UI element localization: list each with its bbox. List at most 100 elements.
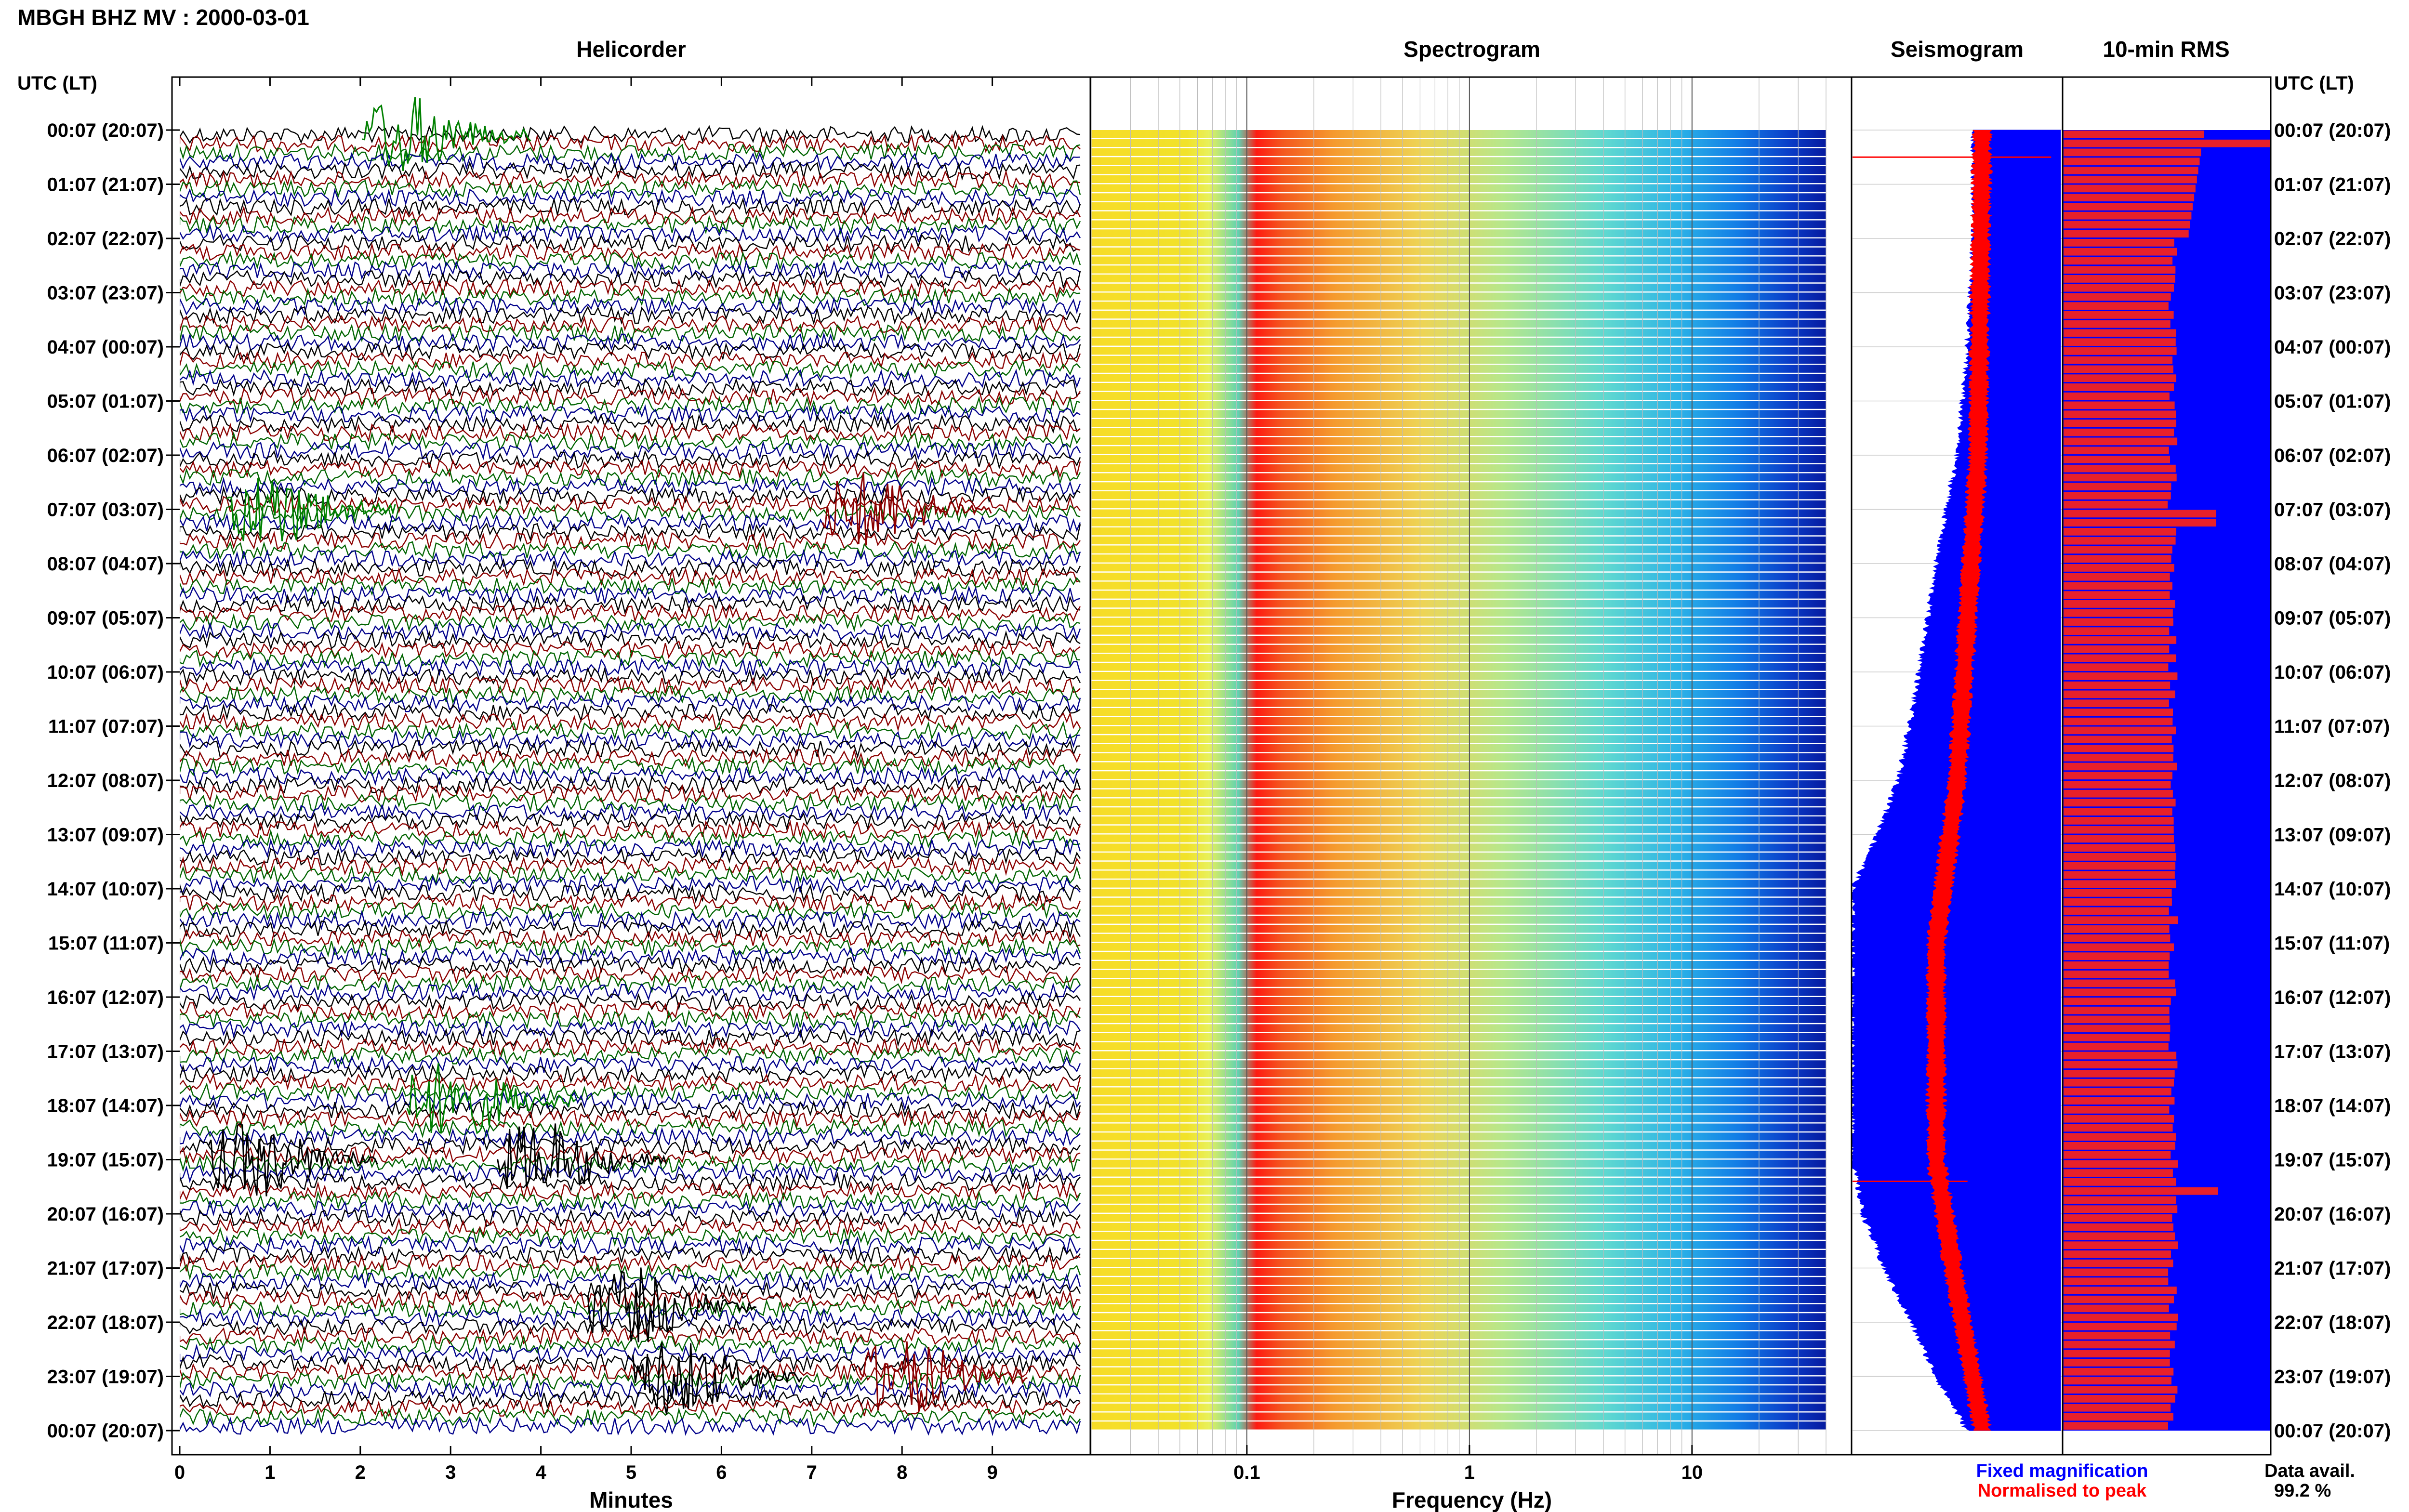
rms-bar (2064, 1341, 2175, 1349)
row-label-right: 12:07 (08:07) (2274, 770, 2391, 791)
rms-bar (2064, 492, 2171, 500)
spectrogram-row (1091, 1087, 1826, 1095)
row-label-left: 07:07 (03:07) (47, 500, 164, 521)
rms-bar (2064, 645, 2170, 653)
spectrogram-row (1091, 184, 1826, 192)
rms-bar (2064, 672, 2178, 680)
spectrogram-row (1091, 907, 1826, 915)
row-label-left: 03:07 (23:07) (47, 283, 164, 304)
row-label-left: 20:07 (16:07) (47, 1204, 164, 1225)
rms-bar (2064, 916, 2178, 924)
spectrogram-row (1091, 1033, 1826, 1041)
spectrogram-row (1091, 166, 1826, 174)
spectrogram-row (1091, 1214, 1826, 1222)
rms-bar (2064, 1314, 2178, 1322)
seismic-summary-figure: MBGH BHZ MV : 2000-03-01 Helicorder Spec… (17, 5, 2391, 1512)
rms-bar (2064, 736, 2172, 744)
row-label-left: 17:07 (13:07) (47, 1041, 164, 1063)
spectrogram-row (1091, 1178, 1826, 1186)
row-label-right: 11:07 (07:07) (2274, 716, 2390, 737)
spectrogram-row (1091, 211, 1826, 220)
spectrogram-row (1091, 1403, 1826, 1412)
frequency-tick-label: 10 (1681, 1462, 1703, 1483)
rms-bar (2064, 464, 2176, 473)
rms-bar (2064, 1106, 2170, 1114)
row-label-left: 06:07 (02:07) (47, 445, 164, 466)
row-label-right: 13:07 (09:07) (2274, 825, 2391, 846)
spectrogram-row (1091, 1105, 1826, 1114)
spectrogram-row (1091, 319, 1826, 328)
spectrogram-row (1091, 708, 1826, 716)
row-label-left: 05:07 (01:07) (47, 391, 164, 412)
rms-bar (2064, 636, 2177, 644)
row-label-right: 14:07 (10:07) (2274, 879, 2391, 900)
data-availability-label: Data avail. (2264, 1461, 2355, 1481)
row-label-right: 15:07 (11:07) (2274, 933, 2390, 954)
spectrogram-row (1091, 1331, 1826, 1340)
spectrogram-row (1091, 1349, 1826, 1357)
spectrogram-row (1091, 581, 1826, 590)
row-labels-left: 00:07 (20:07) 01:07 (21:07) 02:07 (22:07) 0… (47, 120, 164, 1442)
rms-panel (2062, 76, 2272, 1456)
rms-bar (2064, 799, 2176, 807)
spectrogram-row (1091, 527, 1826, 536)
row-labels-right: 00:07 (20:07) 01:07 (21:07) 02:07 (22:07) 0… (2274, 120, 2391, 1442)
spectrogram-row (1091, 916, 1826, 924)
rms-bar (2064, 1187, 2218, 1195)
rms-bar (2064, 275, 2175, 283)
rms-bar (2064, 392, 2170, 400)
row-label-left: 16:07 (12:07) (47, 987, 164, 1008)
spectrogram-row (1091, 1367, 1826, 1376)
rms-bar (2064, 483, 2171, 491)
spectrogram-row (1091, 699, 1826, 707)
minute-tick-label: 7 (807, 1462, 817, 1483)
spectrogram-row (1091, 572, 1826, 581)
row-label-left: 22:07 (18:07) (47, 1312, 164, 1333)
rms-bar (2064, 1015, 2170, 1024)
spectrogram-row (1091, 1051, 1826, 1059)
minute-tick-label: 4 (535, 1462, 546, 1483)
row-label-left: 00:07 (20:07) (47, 120, 164, 141)
rms-bar (2064, 690, 2175, 698)
spectrogram-row (1091, 897, 1826, 906)
spectrogram-row (1091, 428, 1826, 436)
spectrogram-row (1091, 1015, 1826, 1023)
spectrogram-row (1091, 130, 1826, 138)
spectrogram-row (1091, 600, 1826, 608)
rms-bar (2064, 230, 2189, 238)
rms-bar (2064, 1133, 2176, 1141)
spectrogram-row (1091, 1421, 1826, 1430)
spectrogram-row (1091, 1394, 1826, 1403)
rms-bar (2064, 1025, 2171, 1033)
spectrogram-row (1091, 392, 1826, 400)
spectrogram-row (1091, 979, 1826, 987)
rms-bar (2064, 844, 2175, 852)
minutes-axis-label: Minutes (589, 1487, 673, 1512)
rms-bar (2064, 1088, 2171, 1096)
spectrogram-row (1091, 1159, 1826, 1168)
minute-tick-label: 6 (716, 1462, 727, 1483)
row-label-right: 08:07 (04:07) (2274, 553, 2391, 575)
rms-bar (2064, 925, 2170, 933)
rms-bar (2064, 437, 2178, 446)
row-label-left: 14:07 (10:07) (47, 879, 164, 900)
rms-bar (2064, 329, 2176, 337)
spectrogram-row (1091, 834, 1826, 842)
rms-bar (2064, 1034, 2170, 1041)
spectrogram-row (1091, 1286, 1826, 1294)
spectrogram-row (1091, 988, 1826, 996)
spectrogram-row (1091, 401, 1826, 409)
rms-bar (2064, 835, 2174, 843)
rms-bar (2064, 320, 2171, 328)
rms-bar (2064, 808, 2172, 816)
rms-bar (2064, 1287, 2177, 1294)
minute-tick-label: 9 (987, 1462, 997, 1483)
rms-bar (2064, 1196, 2176, 1204)
rms-title: 10-min RMS (2103, 37, 2229, 62)
rms-bar (2064, 1142, 2175, 1150)
rms-bar (2064, 1178, 2176, 1186)
rms-bar (2064, 1323, 2177, 1330)
spectrogram-row (1091, 627, 1826, 635)
data-availability-value: 99.2 % (2274, 1481, 2331, 1501)
spectrogram-row (1091, 816, 1826, 825)
